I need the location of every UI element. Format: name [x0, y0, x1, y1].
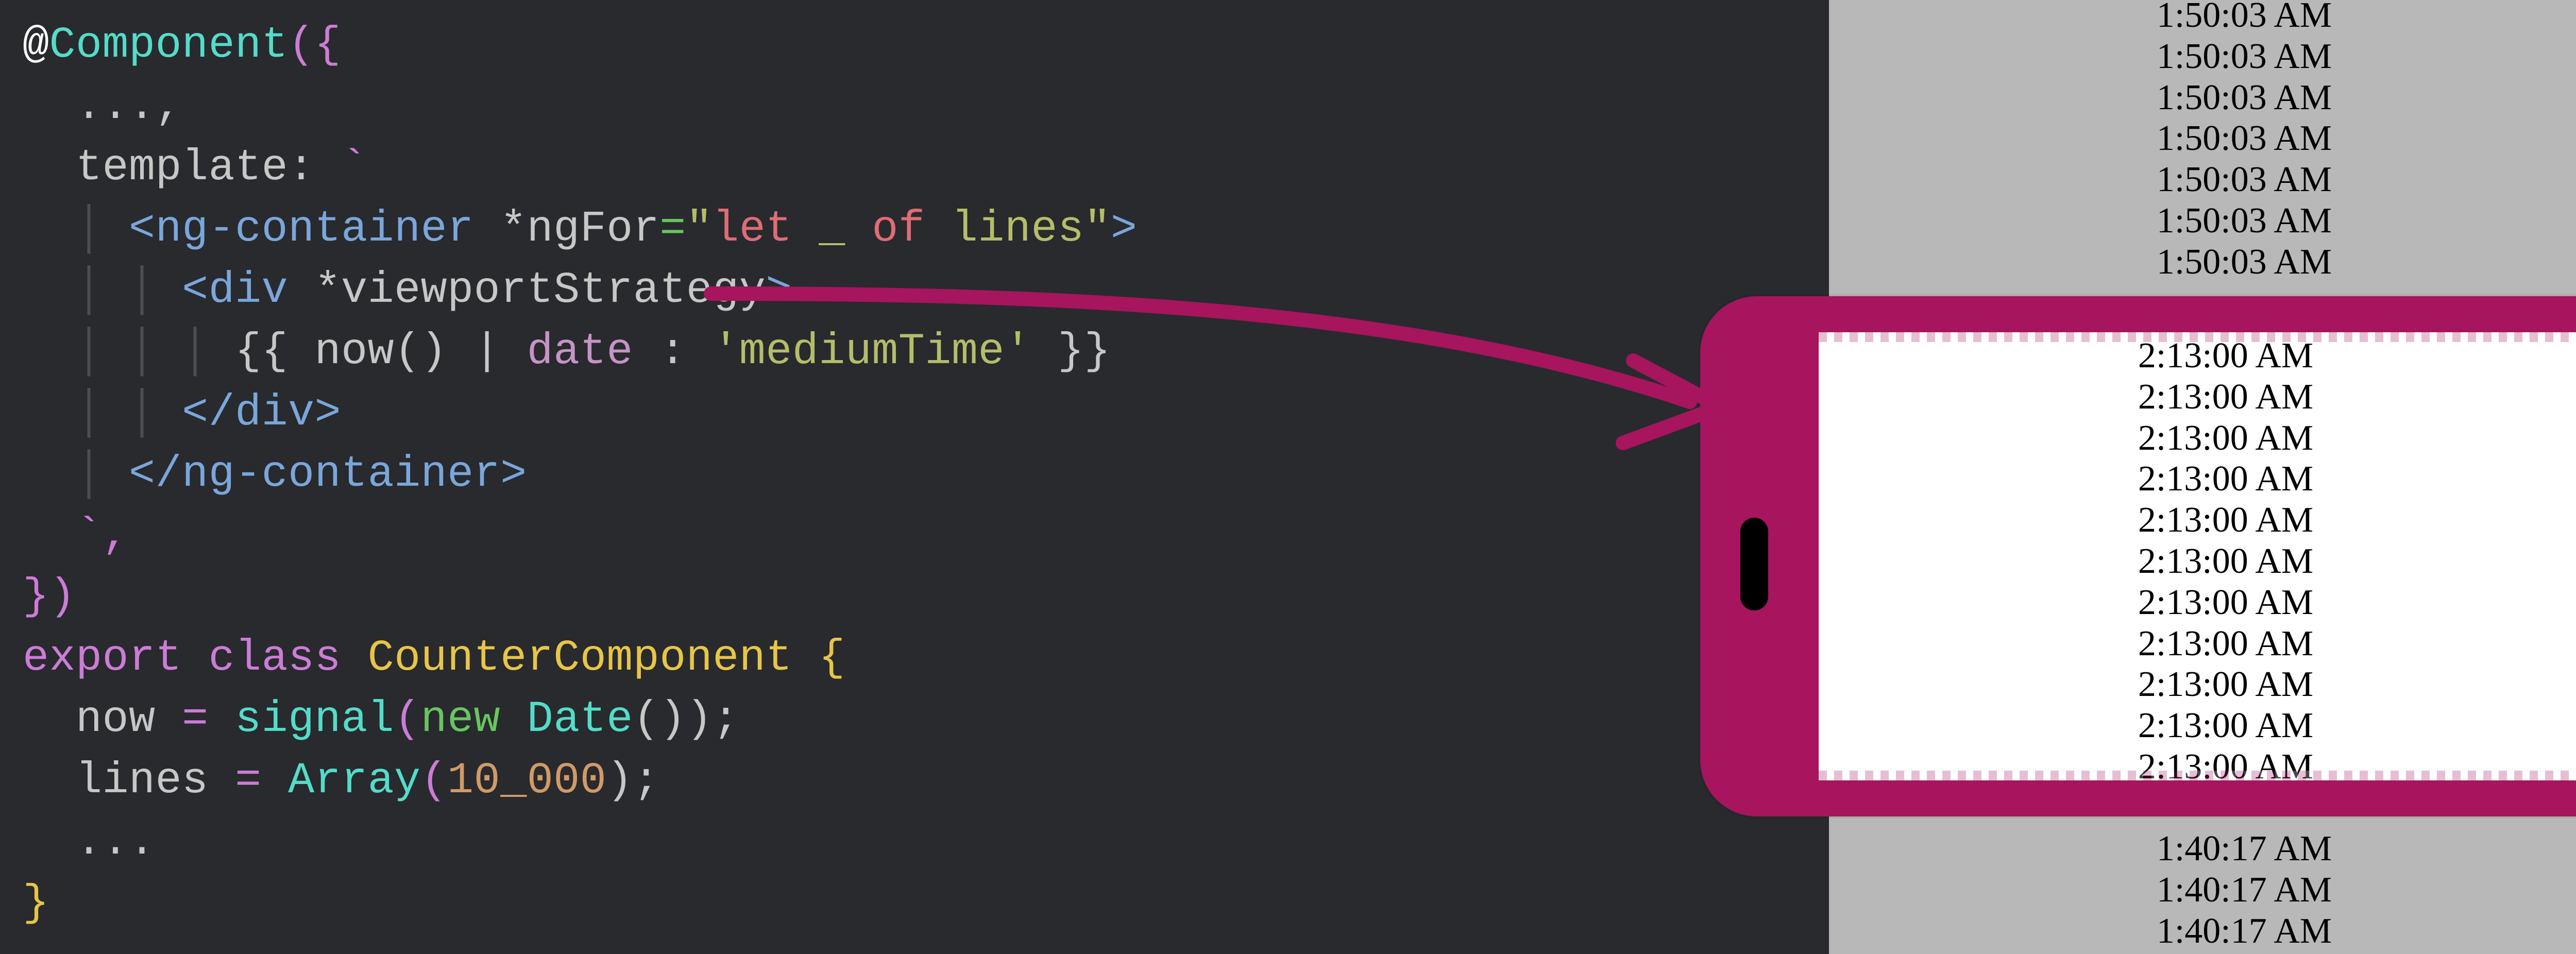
decorator-at: @	[23, 20, 49, 70]
time-line-fresh: 2:13:00 AM	[2138, 335, 2313, 377]
decorator-open: ({	[288, 20, 341, 70]
time-line-stale: 1:50:03 AM	[1829, 0, 2576, 36]
decorator-name: Component	[49, 20, 289, 70]
time-line-stale: 1:50:03 AM	[1829, 118, 2576, 159]
time-line-stale: 1:40:17 AM	[1829, 870, 2576, 911]
template-key: template:	[76, 143, 315, 193]
time-line-fresh: 2:13:00 AM	[2138, 705, 2313, 746]
viewport-times: 2:13:00 AM2:13:00 AM2:13:00 AM2:13:00 AM…	[1819, 332, 2576, 780]
time-line-stale: 1:40:17 AM	[1829, 951, 2576, 954]
time-line-stale: 1:50:03 AM	[1829, 200, 2576, 242]
stale-times-top: 1:50:03 AM1:50:03 AM1:50:03 AM1:50:03 AM…	[1829, 0, 2576, 283]
time-line-fresh: 2:13:00 AM	[2138, 458, 2313, 500]
time-line-fresh: 2:13:00 AM	[2138, 623, 2313, 665]
time-line-fresh: 2:13:00 AM	[2138, 500, 2313, 541]
code-ellipsis: ...,	[76, 81, 182, 131]
time-line-fresh: 2:13:00 AM	[2138, 418, 2313, 459]
phone-frame: 2:13:00 AM2:13:00 AM2:13:00 AM2:13:00 AM…	[1700, 296, 2576, 816]
phone-screen[interactable]: 2:13:00 AM2:13:00 AM2:13:00 AM2:13:00 AM…	[1819, 332, 2576, 780]
time-line-fresh: 2:13:00 AM	[2138, 664, 2313, 705]
time-line-stale: 1:40:17 AM	[1829, 828, 2576, 870]
code-editor[interactable]: @Component({ ..., template: ` │ <ng-cont…	[0, 0, 1829, 954]
stale-times-bottom: 1:40:17 AM1:40:17 AM1:40:17 AM1:40:17 AM	[1829, 828, 2576, 954]
class-name: CounterComponent	[341, 633, 792, 683]
time-line-fresh: 2:13:00 AM	[2138, 582, 2313, 623]
ng-container-close: </ng-container>	[129, 449, 527, 499]
ng-container-open: <ng-container	[129, 204, 474, 254]
time-line-stale: 1:50:03 AM	[1829, 242, 2576, 283]
time-line-stale: 1:40:17 AM	[1829, 911, 2576, 952]
time-line-stale: 1:50:03 AM	[1829, 36, 2576, 77]
phone-speaker-icon	[1740, 518, 1768, 610]
decorator-close: })	[23, 572, 76, 622]
time-line-stale: 1:50:03 AM	[1829, 159, 2576, 200]
div-open: <div	[182, 265, 288, 315]
time-line-stale: 1:50:03 AM	[1829, 77, 2576, 118]
time-line-fresh: 2:13:00 AM	[2138, 746, 2313, 780]
div-close: </div>	[182, 388, 341, 438]
stage: @Component({ ..., template: ` │ <ng-cont…	[0, 0, 2576, 954]
time-line-fresh: 2:13:00 AM	[2138, 377, 2313, 418]
viewport-strategy-directive: *viewportStrategy	[288, 265, 766, 315]
time-line-fresh: 2:13:00 AM	[2138, 541, 2313, 582]
